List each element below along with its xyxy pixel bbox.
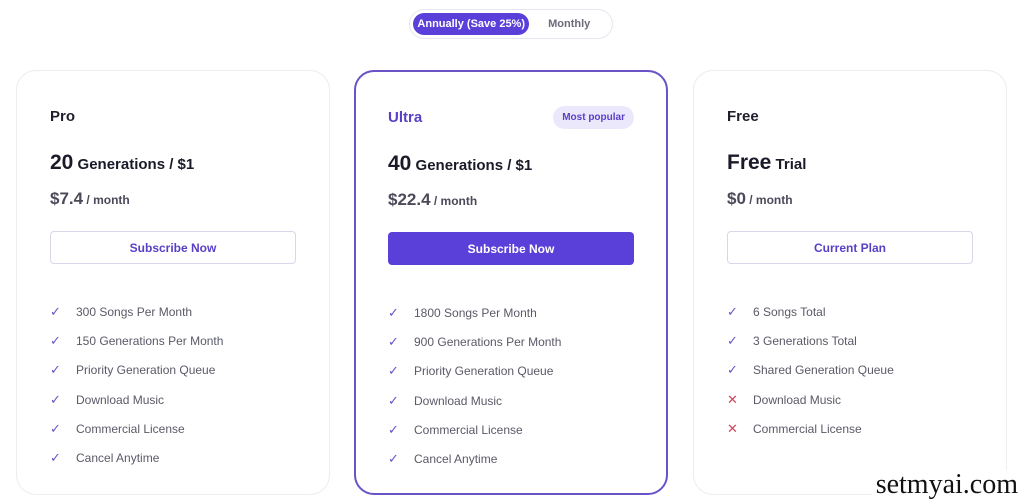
plan-price: $0 / month: [727, 189, 793, 209]
watermark: setmyai.com: [871, 469, 1022, 501]
check-icon: ✓: [388, 333, 399, 349]
check-icon: ✓: [727, 362, 738, 378]
feature-text: Priority Generation Queue: [76, 363, 216, 378]
cross-icon: ✕: [727, 420, 738, 436]
headline-number: 20: [50, 151, 74, 174]
feature-item: ✓ Commercial License: [50, 414, 296, 443]
feature-item: ✕ Download Music: [727, 385, 973, 414]
price-period: / month: [83, 193, 130, 207]
check-icon: ✓: [388, 363, 399, 379]
feature-item: ✓ 150 Generations Per Month: [50, 326, 296, 355]
plan-name: Ultra: [388, 109, 423, 126]
cross-icon: ✕: [727, 391, 738, 407]
check-icon: ✓: [50, 450, 61, 466]
check-icon: ✓: [388, 304, 399, 320]
feature-text: 900 Generations Per Month: [414, 334, 562, 349]
feature-text: Cancel Anytime: [76, 451, 160, 466]
check-icon: ✓: [50, 332, 61, 348]
feature-text: 3 Generations Total: [753, 333, 857, 348]
headline-text: Trial: [771, 156, 807, 173]
toggle-annually[interactable]: Annually (Save 25%): [413, 13, 530, 35]
plan-card-ultra: Ultra Most popular 40 Generations / $1 $…: [354, 70, 668, 495]
subscribe-button[interactable]: Subscribe Now: [388, 232, 634, 265]
feature-item: ✓ Priority Generation Queue: [50, 356, 296, 385]
feature-item: ✓ Cancel Anytime: [50, 443, 296, 472]
feature-text: Shared Generation Queue: [753, 363, 894, 378]
subscribe-button[interactable]: Subscribe Now: [50, 231, 296, 264]
feature-text: Download Music: [414, 393, 503, 408]
feature-item: ✓ 300 Songs Per Month: [50, 297, 296, 326]
price-amount: $0: [727, 189, 746, 208]
headline-text: Generations / $1: [73, 156, 195, 173]
most-popular-badge: Most popular: [553, 106, 634, 129]
check-icon: ✓: [388, 392, 399, 408]
price-amount: $7.4: [50, 189, 84, 208]
headline-number: 40: [388, 152, 412, 175]
feature-text: Commercial License: [753, 421, 862, 436]
plan-price: $22.4 / month: [388, 190, 477, 210]
check-icon: ✓: [50, 362, 61, 378]
headline-text: Generations / $1: [411, 157, 533, 174]
plan-price: $7.4 / month: [50, 189, 130, 209]
feature-text: 300 Songs Per Month: [76, 304, 193, 319]
headline-number: Free: [727, 151, 772, 174]
feature-item: ✓ Commercial License: [388, 415, 634, 444]
toggle-monthly[interactable]: Monthly: [529, 13, 609, 35]
plan-card-free: Free Free Trial $0 / month Current Plan …: [693, 70, 1007, 495]
feature-item: ✓ Cancel Anytime: [388, 444, 634, 473]
feature-item: ✕ Commercial License: [727, 414, 973, 443]
feature-text: Commercial License: [76, 421, 185, 436]
feature-text: Download Music: [753, 392, 842, 407]
plan-headline: 40 Generations / $1: [388, 152, 532, 176]
feature-text: 150 Generations Per Month: [76, 333, 224, 348]
feature-item: ✓ Download Music: [388, 386, 634, 415]
feature-item: ✓ 900 Generations Per Month: [388, 327, 634, 356]
price-period: / month: [430, 194, 478, 208]
feature-item: ✓ 3 Generations Total: [727, 326, 973, 355]
check-icon: ✓: [388, 421, 399, 437]
feature-item: ✓ Shared Generation Queue: [727, 356, 973, 385]
feature-item: ✓ 1800 Songs Per Month: [388, 298, 634, 327]
feature-list: ✓ 6 Songs Total ✓ 3 Generations Total ✓ Share…: [727, 297, 973, 443]
feature-text: Cancel Anytime: [414, 452, 498, 467]
feature-list: ✓ 1800 Songs Per Month ✓ 900 Generations Pe…: [388, 298, 634, 474]
check-icon: ✓: [50, 303, 61, 319]
check-icon: ✓: [50, 391, 61, 407]
feature-item: ✓ 6 Songs Total: [727, 297, 973, 326]
check-icon: ✓: [50, 420, 61, 436]
feature-text: 1800 Songs Per Month: [414, 305, 537, 320]
check-icon: ✓: [388, 451, 399, 467]
price-amount: $22.4: [388, 190, 431, 209]
feature-text: Priority Generation Queue: [414, 364, 554, 379]
feature-text: Download Music: [76, 392, 165, 407]
price-period: / month: [745, 193, 793, 207]
feature-item: ✓ Download Music: [50, 385, 296, 414]
feature-text: 6 Songs Total: [753, 304, 826, 319]
check-icon: ✓: [727, 332, 738, 348]
billing-period-toggle: Annually (Save 25%) Monthly: [409, 9, 613, 39]
feature-list: ✓ 300 Songs Per Month ✓ 150 Generations Per…: [50, 297, 296, 473]
plan-card-pro: Pro 20 Generations / $1 $7.4 / month Sub…: [16, 70, 330, 495]
plan-name: Pro: [50, 108, 76, 125]
plan-name: Free: [727, 108, 759, 125]
feature-item: ✓ Priority Generation Queue: [388, 357, 634, 386]
plan-headline: Free Trial: [727, 151, 806, 175]
feature-text: Commercial License: [414, 422, 523, 437]
check-icon: ✓: [727, 303, 738, 319]
current-plan-button[interactable]: Current Plan: [727, 231, 973, 264]
plan-headline: 20 Generations / $1: [50, 151, 194, 175]
